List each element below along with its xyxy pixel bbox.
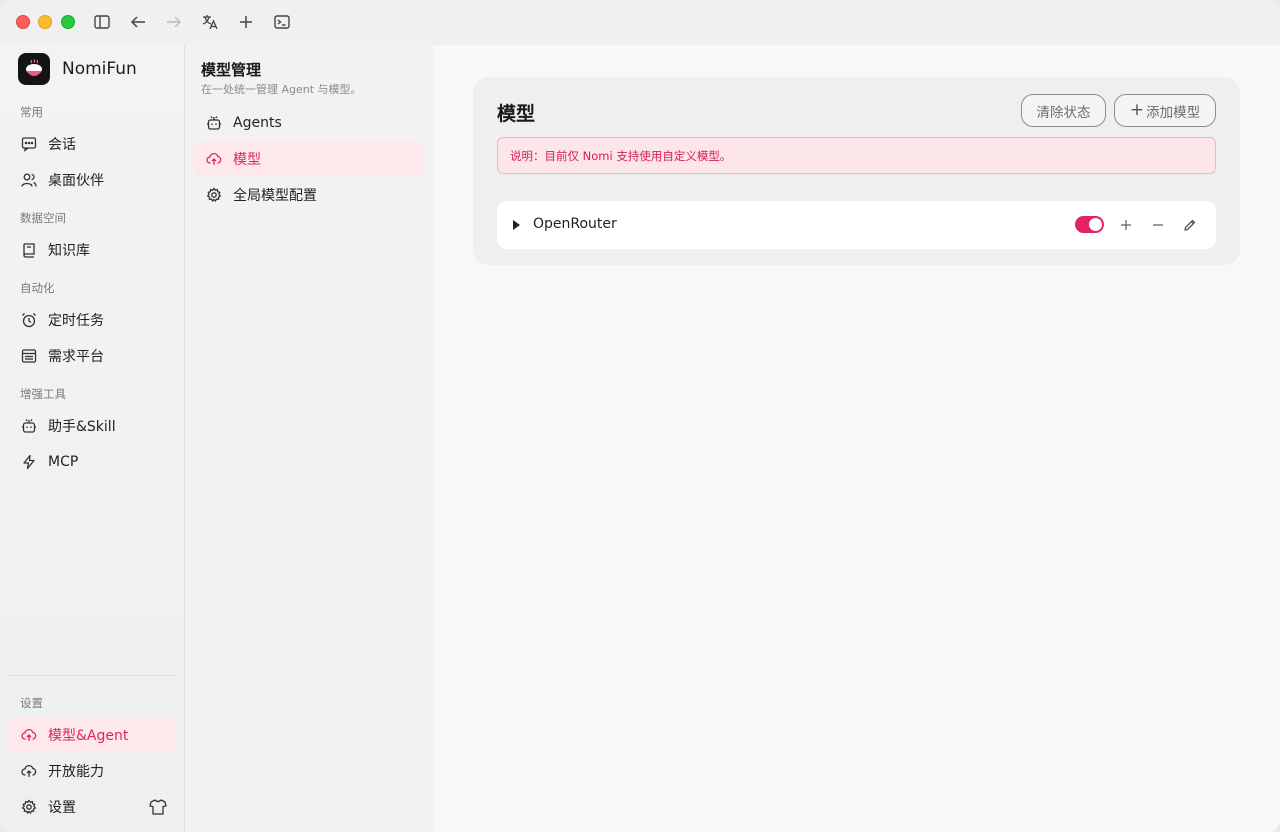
expand-caret-icon[interactable] bbox=[513, 220, 520, 230]
provider-name: OpenRouter bbox=[533, 216, 617, 232]
app-logo-icon bbox=[18, 53, 50, 85]
users-icon bbox=[21, 172, 37, 188]
tab-global-config[interactable]: 全局模型配置 bbox=[193, 178, 425, 212]
app-window: NomiFun 常用 会话 桌面伙伴 数据空间 知识库 自动化 定时任务 需求平… bbox=[0, 0, 1280, 832]
alarm-clock-icon bbox=[21, 312, 37, 328]
edit-pencil-icon[interactable] bbox=[1180, 215, 1200, 235]
sidebar-item-label: 定时任务 bbox=[48, 313, 104, 329]
app-name: NomiFun bbox=[62, 59, 137, 79]
sidebar-item-label: 桌面伙伴 bbox=[48, 173, 104, 189]
add-model-label: 添加模型 bbox=[1146, 104, 1201, 121]
forward-arrow-icon[interactable] bbox=[163, 11, 185, 33]
gear-icon bbox=[21, 799, 37, 815]
list-panel-icon bbox=[21, 348, 37, 364]
models-card: 模型 清除状态 + 添加模型 说明：目前仅 Nomi 支持使用自定义模型。 Ope… bbox=[473, 77, 1240, 265]
sidebar-item-open-capability[interactable]: 开放能力 bbox=[8, 754, 176, 788]
sidebar-item-mcp[interactable]: MCP bbox=[8, 445, 176, 479]
remove-icon[interactable] bbox=[1148, 215, 1168, 235]
sidebar-item-label: 知识库 bbox=[48, 243, 90, 259]
book-icon bbox=[21, 242, 37, 258]
sidebar-item-label: 会话 bbox=[48, 137, 76, 153]
section-label-automation: 自动化 bbox=[20, 281, 55, 295]
section-label-settings: 设置 bbox=[20, 696, 43, 710]
gear-icon bbox=[206, 187, 222, 203]
cloud-upload-icon bbox=[21, 763, 37, 779]
lightning-icon bbox=[21, 454, 37, 470]
sidebar-item-model-agent[interactable]: 模型&Agent bbox=[8, 718, 176, 752]
sidebar: NomiFun 常用 会话 桌面伙伴 数据空间 知识库 自动化 定时任务 需求平… bbox=[0, 45, 185, 832]
maximize-window-button[interactable] bbox=[61, 15, 75, 29]
sidebar-item-settings[interactable]: 设置 bbox=[8, 790, 138, 824]
sidebar-item-label: MCP bbox=[48, 454, 79, 470]
sidebar-toggle-icon[interactable] bbox=[91, 11, 113, 33]
toggle-knob bbox=[1089, 218, 1102, 231]
section-label-data-space: 数据空间 bbox=[20, 211, 66, 225]
add-provider-model-icon[interactable] bbox=[1116, 215, 1136, 235]
tab-label: 全局模型配置 bbox=[233, 188, 317, 204]
brand: NomiFun bbox=[18, 53, 137, 85]
cloud-sync-icon bbox=[206, 151, 222, 167]
sidebar-item-label: 设置 bbox=[48, 800, 76, 816]
sidebar-item-label: 开放能力 bbox=[48, 764, 104, 780]
sidebar-item-label: 模型&Agent bbox=[48, 728, 129, 744]
panel-subtitle: 在一处统一管理 Agent 与模型。 bbox=[201, 83, 362, 96]
tab-agents[interactable]: Agents bbox=[193, 106, 425, 140]
notice-banner: 说明：目前仅 Nomi 支持使用自定义模型。 bbox=[497, 137, 1216, 174]
terminal-icon[interactable] bbox=[271, 11, 293, 33]
provider-enable-toggle[interactable] bbox=[1075, 216, 1104, 233]
section-label-tools: 增强工具 bbox=[20, 387, 66, 401]
back-arrow-icon[interactable] bbox=[127, 11, 149, 33]
sidebar-item-label: 需求平台 bbox=[48, 349, 104, 365]
model-management-panel: 模型管理 在一处统一管理 Agent 与模型。 Agents 模型 全局模型配置 bbox=[185, 45, 434, 832]
tab-label: Agents bbox=[233, 115, 282, 131]
clear-status-button[interactable]: 清除状态 bbox=[1021, 94, 1106, 127]
robot-icon bbox=[206, 115, 222, 131]
provider-row[interactable]: OpenRouter bbox=[497, 201, 1216, 249]
cloud-sync-icon bbox=[21, 727, 37, 743]
tab-models[interactable]: 模型 bbox=[193, 142, 425, 176]
page-title: 模型 bbox=[497, 103, 536, 125]
main-content: 模型 清除状态 + 添加模型 说明：目前仅 Nomi 支持使用自定义模型。 Ope… bbox=[434, 45, 1280, 832]
sidebar-item-label: 助手&Skill bbox=[48, 419, 116, 435]
sidebar-item-chat[interactable]: 会话 bbox=[8, 127, 176, 161]
plus-icon: + bbox=[1129, 100, 1145, 120]
new-tab-plus-icon[interactable] bbox=[235, 11, 257, 33]
robot-icon bbox=[21, 418, 37, 434]
sidebar-item-requirements[interactable]: 需求平台 bbox=[8, 339, 176, 373]
sidebar-item-desktop-pet[interactable]: 桌面伙伴 bbox=[8, 163, 176, 197]
sidebar-divider bbox=[8, 675, 176, 676]
panel-title: 模型管理 bbox=[201, 61, 262, 79]
section-label-common: 常用 bbox=[20, 105, 43, 119]
chat-icon bbox=[21, 136, 37, 152]
close-window-button[interactable] bbox=[16, 15, 30, 29]
translate-icon[interactable] bbox=[199, 11, 221, 33]
tab-label: 模型 bbox=[233, 152, 261, 168]
sidebar-item-scheduled[interactable]: 定时任务 bbox=[8, 303, 176, 337]
sidebar-item-assistant[interactable]: 助手&Skill bbox=[8, 409, 176, 443]
title-bar bbox=[0, 0, 1280, 45]
sidebar-item-knowledge[interactable]: 知识库 bbox=[8, 233, 176, 267]
add-model-button[interactable]: + 添加模型 bbox=[1114, 94, 1216, 127]
minimize-window-button[interactable] bbox=[38, 15, 52, 29]
skin-shirt-icon[interactable] bbox=[148, 797, 168, 817]
